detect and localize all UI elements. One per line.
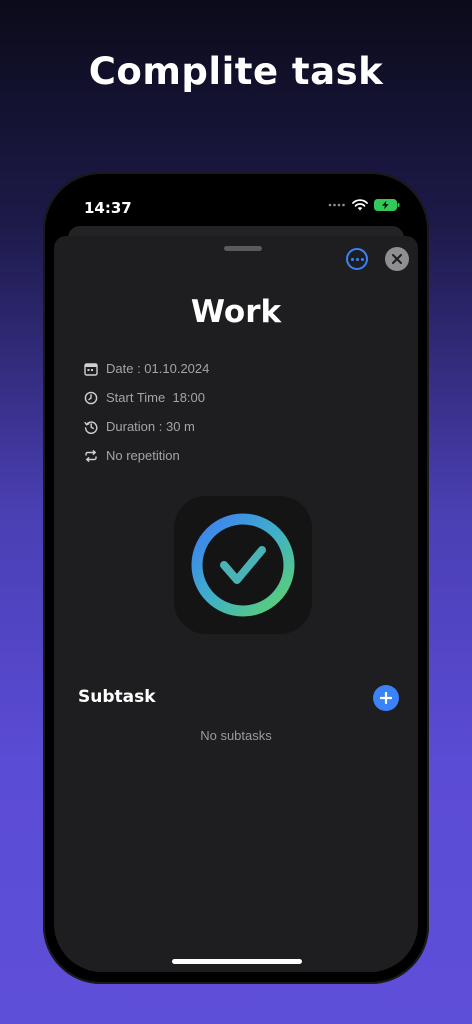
more-icon-dot	[360, 257, 364, 261]
task-repetition: No repetition	[106, 448, 180, 463]
task-duration: Duration : 30 m	[106, 419, 195, 434]
calendar-icon	[84, 362, 98, 376]
task-info-list: Date : 01.10.2024 Start Time 18:00 Durat…	[84, 354, 209, 470]
add-subtask-button[interactable]	[373, 685, 399, 711]
clock-icon	[84, 391, 98, 404]
phone-screen: 14:37 Work Date: 01.10.2024 Start Time …	[54, 182, 418, 972]
no-subtasks-text: No subtasks	[200, 728, 272, 743]
signal-icon	[328, 203, 345, 207]
more-button[interactable]	[346, 248, 368, 270]
close-button[interactable]	[385, 247, 409, 271]
home-indicator	[172, 959, 302, 964]
complete-task-button[interactable]	[174, 496, 312, 634]
status-bar: 14:37	[54, 182, 418, 232]
task-title: Work	[190, 294, 282, 330]
history-icon	[84, 420, 98, 434]
status-time: 14:37	[84, 199, 132, 217]
wifi-icon	[352, 199, 368, 211]
task-start-time: Start Time 18:00	[106, 390, 205, 405]
subtask-section-title: Subtask	[78, 687, 156, 707]
task-date: Date : 01.10.2024	[106, 361, 210, 376]
sheet-grabber[interactable]	[224, 246, 262, 251]
more-icon	[350, 257, 354, 261]
task-start-time-row: Start Time 18:00	[84, 383, 209, 412]
repeat-icon	[85, 449, 97, 462]
headline: Complite task	[88, 50, 384, 93]
close-icon	[392, 254, 402, 264]
task-date-row: Date : 01.10.2024	[84, 354, 209, 383]
battery-icon	[374, 199, 400, 211]
check-circle-icon	[191, 513, 295, 617]
task-repetition-row: No repetition	[84, 441, 209, 470]
plus-icon	[380, 692, 392, 704]
more-icon-dot	[355, 257, 359, 261]
task-duration-row: Duration : 30 m	[84, 412, 209, 441]
task-detail-sheet: Work Date : 01.10.2024 Start Time 18:00	[54, 236, 418, 972]
status-icons	[328, 199, 400, 211]
